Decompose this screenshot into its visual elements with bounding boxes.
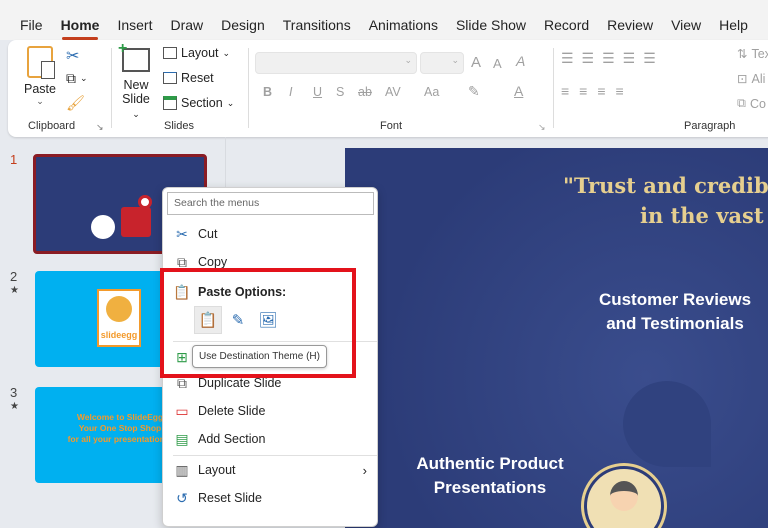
slide-canvas[interactable]: "Trust and credib in the vast Customer Re… — [345, 148, 768, 528]
highlight-box — [160, 268, 356, 378]
tab-home[interactable]: Home — [52, 0, 109, 40]
slide-number: 3 — [10, 385, 18, 400]
font-color-icon[interactable]: A — [514, 83, 523, 99]
tab-transitions[interactable]: Transitions — [274, 0, 360, 40]
add-section-icon: ▤ — [175, 430, 189, 447]
list-buttons[interactable]: ☰☰☰☰☰ — [561, 50, 664, 67]
label-authentic-product: Authentic Product Presentations — [416, 454, 564, 497]
section-button[interactable]: Section ⌄ — [163, 96, 234, 110]
reset-button[interactable]: Reset — [163, 71, 214, 85]
tab-view[interactable]: View — [662, 0, 710, 40]
align-buttons[interactable]: ≡≡≡≡ — [561, 83, 634, 99]
convert-label: Co — [749, 96, 766, 111]
slide-number: 2 — [10, 269, 18, 284]
convert-smartart-button[interactable]: ⧉ Co — [737, 96, 766, 111]
new-slide-label-2: Slide — [122, 92, 150, 106]
slideegg-logo: slideegg — [97, 289, 141, 347]
menu-label: Layout — [198, 463, 236, 477]
reset-slide-icon: ↺ — [176, 489, 188, 506]
animation-star-icon: ★ — [10, 285, 19, 296]
underline-button[interactable]: U — [313, 85, 322, 99]
layout-icon: ▥ — [175, 461, 189, 478]
clipboard-group-label: Clipboard — [28, 120, 76, 132]
menu-item-delete-slide[interactable]: ▭ Delete Slide — [163, 398, 377, 424]
menu-item-cut[interactable]: ✂ Cut — [163, 221, 377, 247]
person-avatar-icon — [584, 466, 664, 528]
highlight-icon[interactable]: ✎ — [468, 83, 480, 100]
slides-group-label: Slides — [164, 120, 194, 132]
delete-slide-icon: ▭ — [175, 402, 189, 419]
cut-icon[interactable]: ✂ — [66, 46, 79, 66]
tab-help[interactable]: Help — [710, 0, 757, 40]
tab-insert[interactable]: Insert — [108, 0, 161, 40]
menu-label: Cut — [198, 227, 218, 241]
menu-label: Copy — [198, 255, 228, 269]
paste-icon — [27, 46, 55, 79]
font-name-dropdown[interactable]: ⌄ — [255, 52, 417, 74]
layout-button[interactable]: Layout ⌄ — [163, 46, 230, 60]
menu-label: Add Section — [198, 432, 266, 446]
font-size-dropdown[interactable]: ⌄ — [420, 52, 464, 74]
chevron-down-icon: ⌄ — [132, 109, 140, 119]
format-painter-icon[interactable]: 🖌 — [66, 94, 85, 112]
dialog-launcher-icon[interactable]: ↘ — [538, 122, 546, 133]
paste-label: Paste — [24, 82, 56, 96]
strikethrough-button[interactable]: ab — [358, 85, 372, 99]
animation-star-icon: ★ — [10, 401, 19, 412]
section-icon — [163, 96, 177, 110]
change-case-button[interactable]: Aa — [424, 85, 439, 99]
font-group-label: Font — [380, 120, 403, 132]
copy-icon[interactable]: ⧉ ⌄ — [66, 70, 88, 87]
tab-record[interactable]: Record — [535, 0, 598, 40]
tab-slide-show[interactable]: Slide Show — [447, 0, 535, 40]
dialog-launcher-icon[interactable]: ↘ — [96, 122, 104, 133]
chevron-right-icon: › — [362, 462, 367, 478]
menu-label: Reset Slide — [198, 491, 262, 505]
text-direction-label: Tex — [751, 46, 768, 61]
ribbon: Paste ⌄ ✂ ⧉ ⌄ 🖌 Clipboard ↘ + New Slide … — [8, 40, 768, 137]
tab-draw[interactable]: Draw — [161, 0, 212, 40]
search-menus-input[interactable]: Search the menus — [167, 192, 374, 215]
new-slide-icon: + — [118, 40, 150, 72]
cut-icon: ✂ — [176, 225, 188, 242]
menu-item-reset-slide[interactable]: ↺ Reset Slide — [163, 485, 377, 511]
label-customer-reviews: Customer Reviews and Testimonials — [598, 290, 752, 333]
align-text-label: Ali — [751, 71, 766, 86]
tab-file[interactable]: File — [0, 0, 52, 40]
tab-design[interactable]: Design — [212, 0, 274, 40]
ribbon-tabs: File Home Insert Draw Design Transitions… — [0, 0, 768, 40]
italic-button[interactable]: I — [289, 85, 292, 99]
shrink-font-button[interactable]: A — [493, 56, 502, 71]
slide-number: 1 — [10, 152, 18, 167]
paste-button[interactable]: Paste ⌄ — [22, 46, 58, 107]
new-slide-label: New — [123, 78, 149, 92]
align-text-button[interactable]: ⊡ Ali — [737, 71, 766, 87]
new-slide-button[interactable]: + New Slide ⌄ — [118, 40, 154, 120]
menu-item-layout[interactable]: ▥ Layout › — [163, 457, 377, 483]
chevron-down-icon: ⌄ — [36, 96, 44, 106]
bold-button[interactable]: B — [263, 85, 272, 99]
grow-font-button[interactable]: A — [471, 54, 481, 71]
menu-label: Duplicate Slide — [198, 376, 282, 390]
tab-animations[interactable]: Animations — [360, 0, 447, 40]
paragraph-group-label: Paragraph — [684, 120, 736, 132]
layout-label: Layout — [181, 46, 219, 60]
menu-item-add-section[interactable]: ▤ Add Section — [163, 426, 377, 452]
text-direction-button[interactable]: ⇅ Tex — [737, 46, 768, 62]
reset-label: Reset — [181, 71, 214, 85]
menu-label: Delete Slide — [198, 404, 266, 418]
char-spacing-button[interactable]: AV — [385, 85, 401, 99]
reset-icon — [163, 72, 177, 84]
bubble-shape — [623, 381, 711, 467]
section-label: Section — [181, 96, 223, 110]
clear-format-icon[interactable]: A — [516, 53, 525, 69]
shadow-button[interactable]: S — [336, 85, 344, 99]
layout-icon — [163, 47, 177, 59]
slide-quote: "Trust and credib in the vast — [563, 173, 768, 228]
tab-review[interactable]: Review — [598, 0, 662, 40]
